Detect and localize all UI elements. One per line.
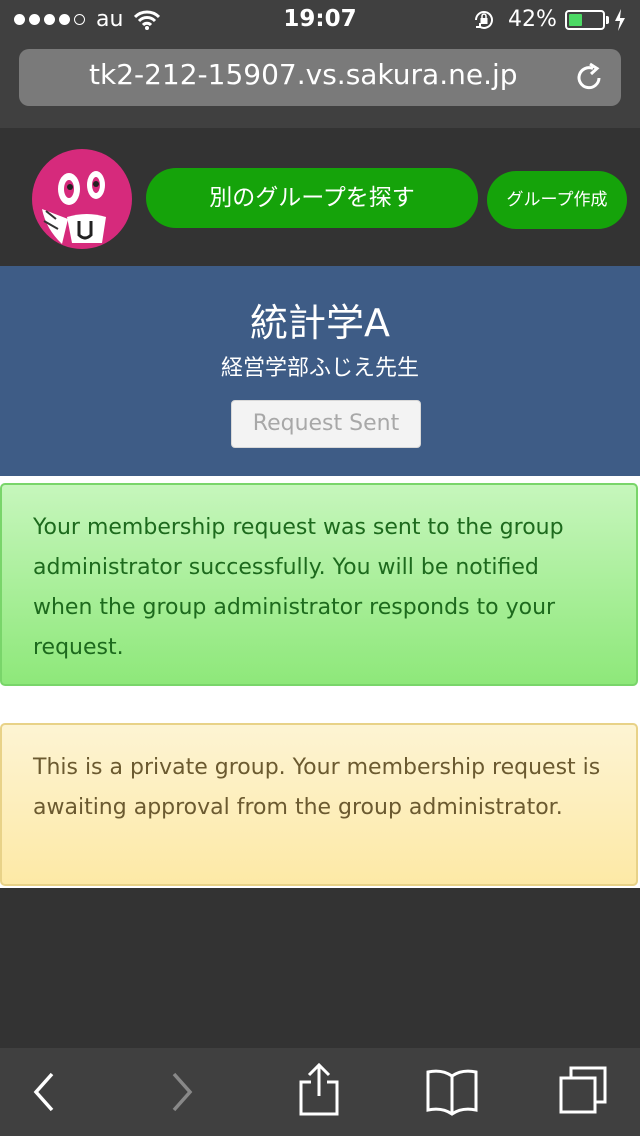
address-bar[interactable]: tk2-212-15907.vs.sakura.ne.jp: [19, 49, 621, 106]
browser-toolbar: [0, 1048, 640, 1136]
group-subtitle: 経営学部ふじえ先生: [220, 356, 419, 381]
create-group-button[interactable]: グループ作成: [487, 171, 627, 229]
private-group-alert: This is a private group. Your membership…: [0, 723, 638, 886]
reload-icon[interactable]: [574, 61, 606, 97]
share-icon[interactable]: [297, 1062, 341, 1122]
battery-icon: [565, 10, 605, 30]
success-alert: Your membership request was sent to the …: [0, 483, 638, 686]
group-title: 統計学A: [250, 301, 390, 345]
bookmarks-icon[interactable]: [424, 1066, 480, 1120]
request-sent-button[interactable]: Request Sent: [231, 400, 421, 448]
group-banner: 統計学A 経営学部ふじえ先生 Request Sent: [0, 266, 640, 476]
main-content: Your membership request was sent to the …: [0, 476, 640, 888]
tabs-icon[interactable]: [557, 1064, 609, 1120]
status-bar: au 19:07 42%: [0, 0, 640, 40]
lock-rotation-icon: [472, 8, 496, 36]
url-text[interactable]: tk2-212-15907.vs.sakura.ne.jp: [89, 58, 518, 91]
battery-cap: [606, 16, 609, 24]
forward-icon[interactable]: [168, 1070, 196, 1118]
back-icon[interactable]: [30, 1070, 58, 1118]
browser-address-area: tk2-212-15907.vs.sakura.ne.jp: [0, 40, 640, 128]
find-other-group-button[interactable]: 別のグループを探す: [146, 168, 478, 228]
charging-bolt-icon: [614, 9, 626, 35]
user-avatar[interactable]: [32, 149, 132, 249]
site-header: 別のグループを探す グループ作成: [0, 128, 640, 266]
battery-percent: 42%: [508, 7, 557, 32]
